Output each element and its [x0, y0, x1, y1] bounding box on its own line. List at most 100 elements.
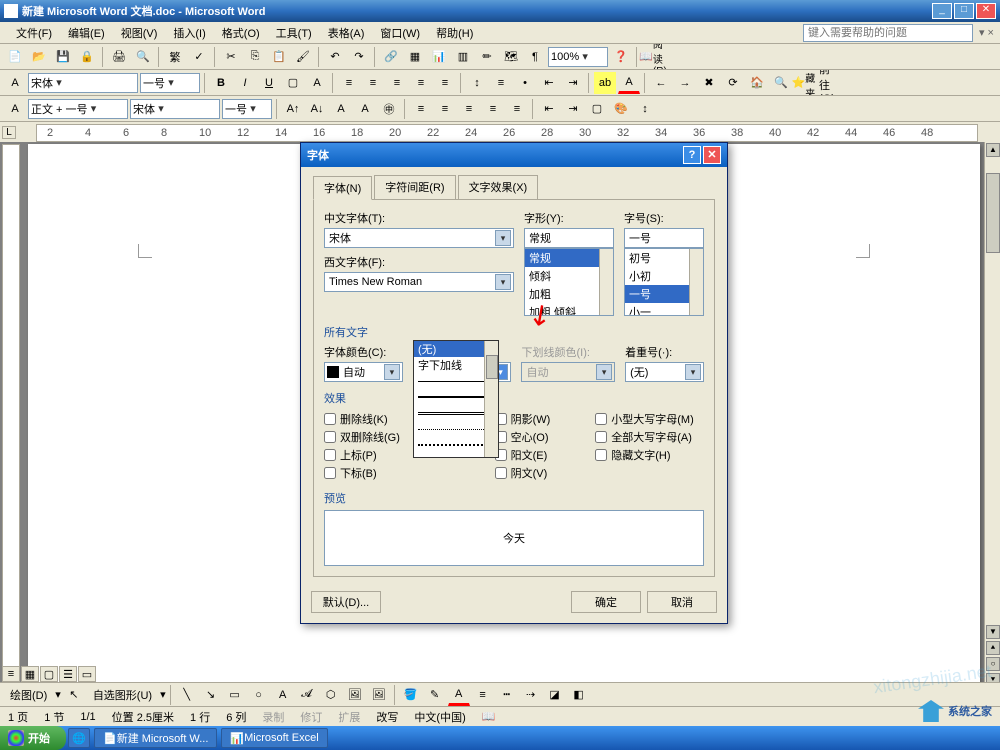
numbering-button[interactable]: ≡: [490, 72, 512, 94]
open-button[interactable]: 📂: [28, 46, 50, 68]
read-mode-button[interactable]: 📖阅读(R): [642, 46, 664, 68]
line-spacing-button[interactable]: ↕: [466, 72, 488, 94]
distribute-button[interactable]: ≡: [434, 72, 456, 94]
underline-dropdown-list[interactable]: (无) 字下加线: [413, 340, 499, 458]
wordart-tool[interactable]: 𝓐: [296, 684, 318, 706]
normal-view-button[interactable]: ≡: [2, 666, 20, 682]
status-ovr[interactable]: 改写: [376, 709, 398, 725]
default-button[interactable]: 默认(D)...: [311, 591, 381, 613]
chk-hidden[interactable]: 隐藏文字(H): [595, 447, 704, 463]
search-web-button[interactable]: 🔍: [770, 72, 792, 94]
chk-subscript[interactable]: 下标(B): [324, 465, 415, 481]
chk-strikethrough[interactable]: 删除线(K): [324, 411, 415, 427]
font-size-combo[interactable]: 一号▾: [140, 73, 200, 93]
web-back-button[interactable]: ←: [650, 72, 672, 94]
emphasis-combo[interactable]: (无)▾: [625, 362, 704, 382]
chk-double-strike[interactable]: 双删除线(G): [324, 429, 415, 445]
dialog-help-button[interactable]: ?: [683, 146, 701, 164]
align-btn-c[interactable]: ≡: [458, 98, 480, 120]
ok-button[interactable]: 确定: [571, 591, 641, 613]
insert-excel-button[interactable]: 📊: [428, 46, 450, 68]
char-shading-button[interactable]: A: [330, 98, 352, 120]
style-pane-icon[interactable]: A: [4, 98, 26, 120]
italic-button[interactable]: I: [234, 72, 256, 94]
style-input[interactable]: 常规: [524, 228, 614, 248]
print-view-button[interactable]: ▢: [40, 666, 58, 682]
favorites-button[interactable]: ⭐收藏夹(S): [794, 72, 816, 94]
underline-button[interactable]: U: [258, 72, 280, 94]
start-button[interactable]: 开始: [0, 726, 66, 750]
menu-window[interactable]: 窗口(W): [372, 23, 428, 43]
shadow-tool[interactable]: ◪: [544, 684, 566, 706]
table-button[interactable]: ▦: [404, 46, 426, 68]
help-button[interactable]: ❓: [610, 46, 632, 68]
menu-edit[interactable]: 编辑(E): [60, 23, 113, 43]
menu-tools[interactable]: 工具(T): [268, 23, 320, 43]
font-name-combo[interactable]: 宋体▾: [28, 73, 138, 93]
status-spellcheck-icon[interactable]: 📖: [482, 710, 496, 723]
cn-font-combo[interactable]: 宋体▾: [324, 228, 514, 248]
line-color-tool[interactable]: ✎: [424, 684, 446, 706]
line-tool[interactable]: ╲: [176, 684, 198, 706]
preview-button[interactable]: 🔍: [132, 46, 154, 68]
scroll-down-button[interactable]: ▼: [986, 625, 1000, 639]
menu-help[interactable]: 帮助(H): [428, 23, 481, 43]
quick-launch-icon[interactable]: 🌐: [68, 728, 90, 748]
diagram-tool[interactable]: ⬡: [320, 684, 342, 706]
horizontal-ruler[interactable]: 2468101214161820222426283032343638404244…: [36, 124, 978, 142]
draw-menu[interactable]: 绘图(D): [4, 687, 53, 703]
line-style-tool[interactable]: ≡: [472, 684, 494, 706]
browse-object-button[interactable]: ○: [986, 657, 1000, 671]
char-border-button[interactable]: A: [306, 72, 328, 94]
chk-smallcaps[interactable]: 小型大写字母(M): [595, 411, 704, 427]
tab-effects[interactable]: 文字效果(X): [458, 175, 539, 199]
phonetic-button[interactable]: A: [354, 98, 376, 120]
prev-page-button[interactable]: ⯅: [986, 641, 1000, 655]
format-painter-button[interactable]: 🖌: [292, 46, 314, 68]
styles-pane-button[interactable]: A: [4, 72, 26, 94]
font-color-combo[interactable]: 自动▾: [324, 362, 403, 382]
align-right-button[interactable]: ≡: [386, 72, 408, 94]
shading-button[interactable]: 🎨: [610, 98, 632, 120]
highlight-button[interactable]: ab: [594, 72, 616, 94]
tab-font[interactable]: 字体(N): [313, 176, 372, 200]
chk-emboss[interactable]: 阳文(E): [495, 447, 586, 463]
border-outside-button[interactable]: ▢: [586, 98, 608, 120]
style-combo[interactable]: 正文 + 一号▾: [28, 99, 128, 119]
menu-table[interactable]: 表格(A): [320, 23, 373, 43]
align-btn-d[interactable]: ≡: [482, 98, 504, 120]
decrease-indent-button[interactable]: ⇤: [538, 72, 560, 94]
help-search-input[interactable]: [803, 24, 973, 42]
chk-engrave[interactable]: 阴文(V): [495, 465, 586, 481]
status-lang[interactable]: 中文(中国): [414, 709, 465, 725]
maximize-button[interactable]: □: [954, 3, 974, 19]
arrow-style-tool[interactable]: ⇢: [520, 684, 542, 706]
cut-button[interactable]: ✂: [220, 46, 242, 68]
enclose-button[interactable]: ㊥: [378, 98, 400, 120]
permissions-button[interactable]: 🔒: [76, 46, 98, 68]
taskbar-item-excel[interactable]: 📊 Microsoft Excel: [221, 728, 327, 748]
status-rec[interactable]: 录制: [262, 709, 284, 725]
dropdown-scroll-thumb[interactable]: [486, 355, 498, 379]
border-button[interactable]: ▢: [282, 72, 304, 94]
align-btn-e[interactable]: ≡: [506, 98, 528, 120]
cancel-button[interactable]: 取消: [647, 591, 717, 613]
align-btn-a[interactable]: ≡: [410, 98, 432, 120]
menu-insert[interactable]: 插入(I): [165, 23, 213, 43]
select-objects-button[interactable]: ↖: [63, 684, 85, 706]
bold-button[interactable]: B: [210, 72, 232, 94]
spell-button[interactable]: ✓: [188, 46, 210, 68]
oval-tool[interactable]: ○: [248, 684, 270, 706]
outline-view-button[interactable]: ☰: [59, 666, 77, 682]
arrow-tool[interactable]: ↘: [200, 684, 222, 706]
font-size-combo-2[interactable]: 一号▾: [222, 99, 272, 119]
indent-l-button[interactable]: ⇤: [538, 98, 560, 120]
picture-tool[interactable]: 🖼: [368, 684, 390, 706]
drawing-button[interactable]: ✏: [476, 46, 498, 68]
vertical-ruler[interactable]: [2, 144, 20, 688]
go-button[interactable]: 前往(G): [818, 72, 840, 94]
font-name-combo-2[interactable]: 宋体▾: [130, 99, 220, 119]
chk-superscript[interactable]: 上标(P): [324, 447, 415, 463]
hyperlink-button[interactable]: 🔗: [380, 46, 402, 68]
paste-button[interactable]: 📋: [268, 46, 290, 68]
